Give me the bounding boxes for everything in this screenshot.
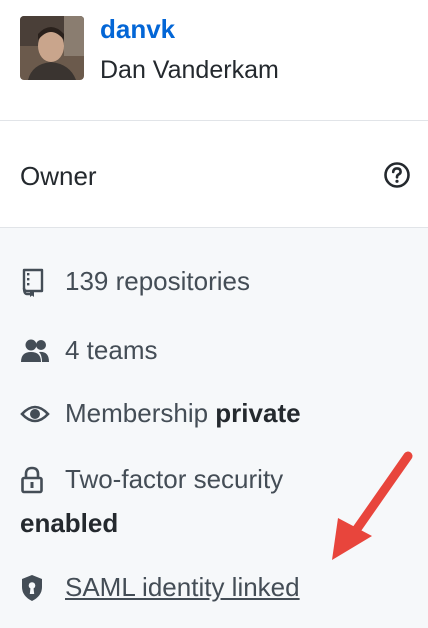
membership-value: private — [215, 398, 301, 428]
repositories-count: 139 repositories — [65, 266, 250, 296]
shield-lock-icon — [20, 574, 48, 602]
two-factor-label: Two-factor security — [65, 464, 284, 494]
avatar[interactable] — [20, 16, 84, 80]
saml-identity-link[interactable]: SAML identity linked — [65, 572, 300, 603]
two-factor-value: enabled — [20, 508, 119, 538]
full-name: Dan Vanderkam — [100, 56, 279, 84]
people-icon — [20, 338, 49, 366]
question-circle-icon[interactable] — [383, 161, 411, 194]
member-header: danvk Dan Vanderkam — [0, 0, 428, 121]
membership-label: Membership — [65, 398, 209, 428]
role-label: Owner — [20, 161, 97, 191]
lock-icon — [20, 465, 48, 494]
role-row: Owner — [0, 121, 428, 228]
repo-icon — [20, 268, 48, 297]
eye-icon — [20, 401, 50, 429]
member-details: 139 repositories 4 teams Membership priv… — [0, 228, 428, 628]
username-link[interactable]: danvk — [100, 14, 175, 45]
annotation-arrow-icon — [332, 451, 413, 560]
teams-count: 4 teams — [65, 335, 158, 365]
